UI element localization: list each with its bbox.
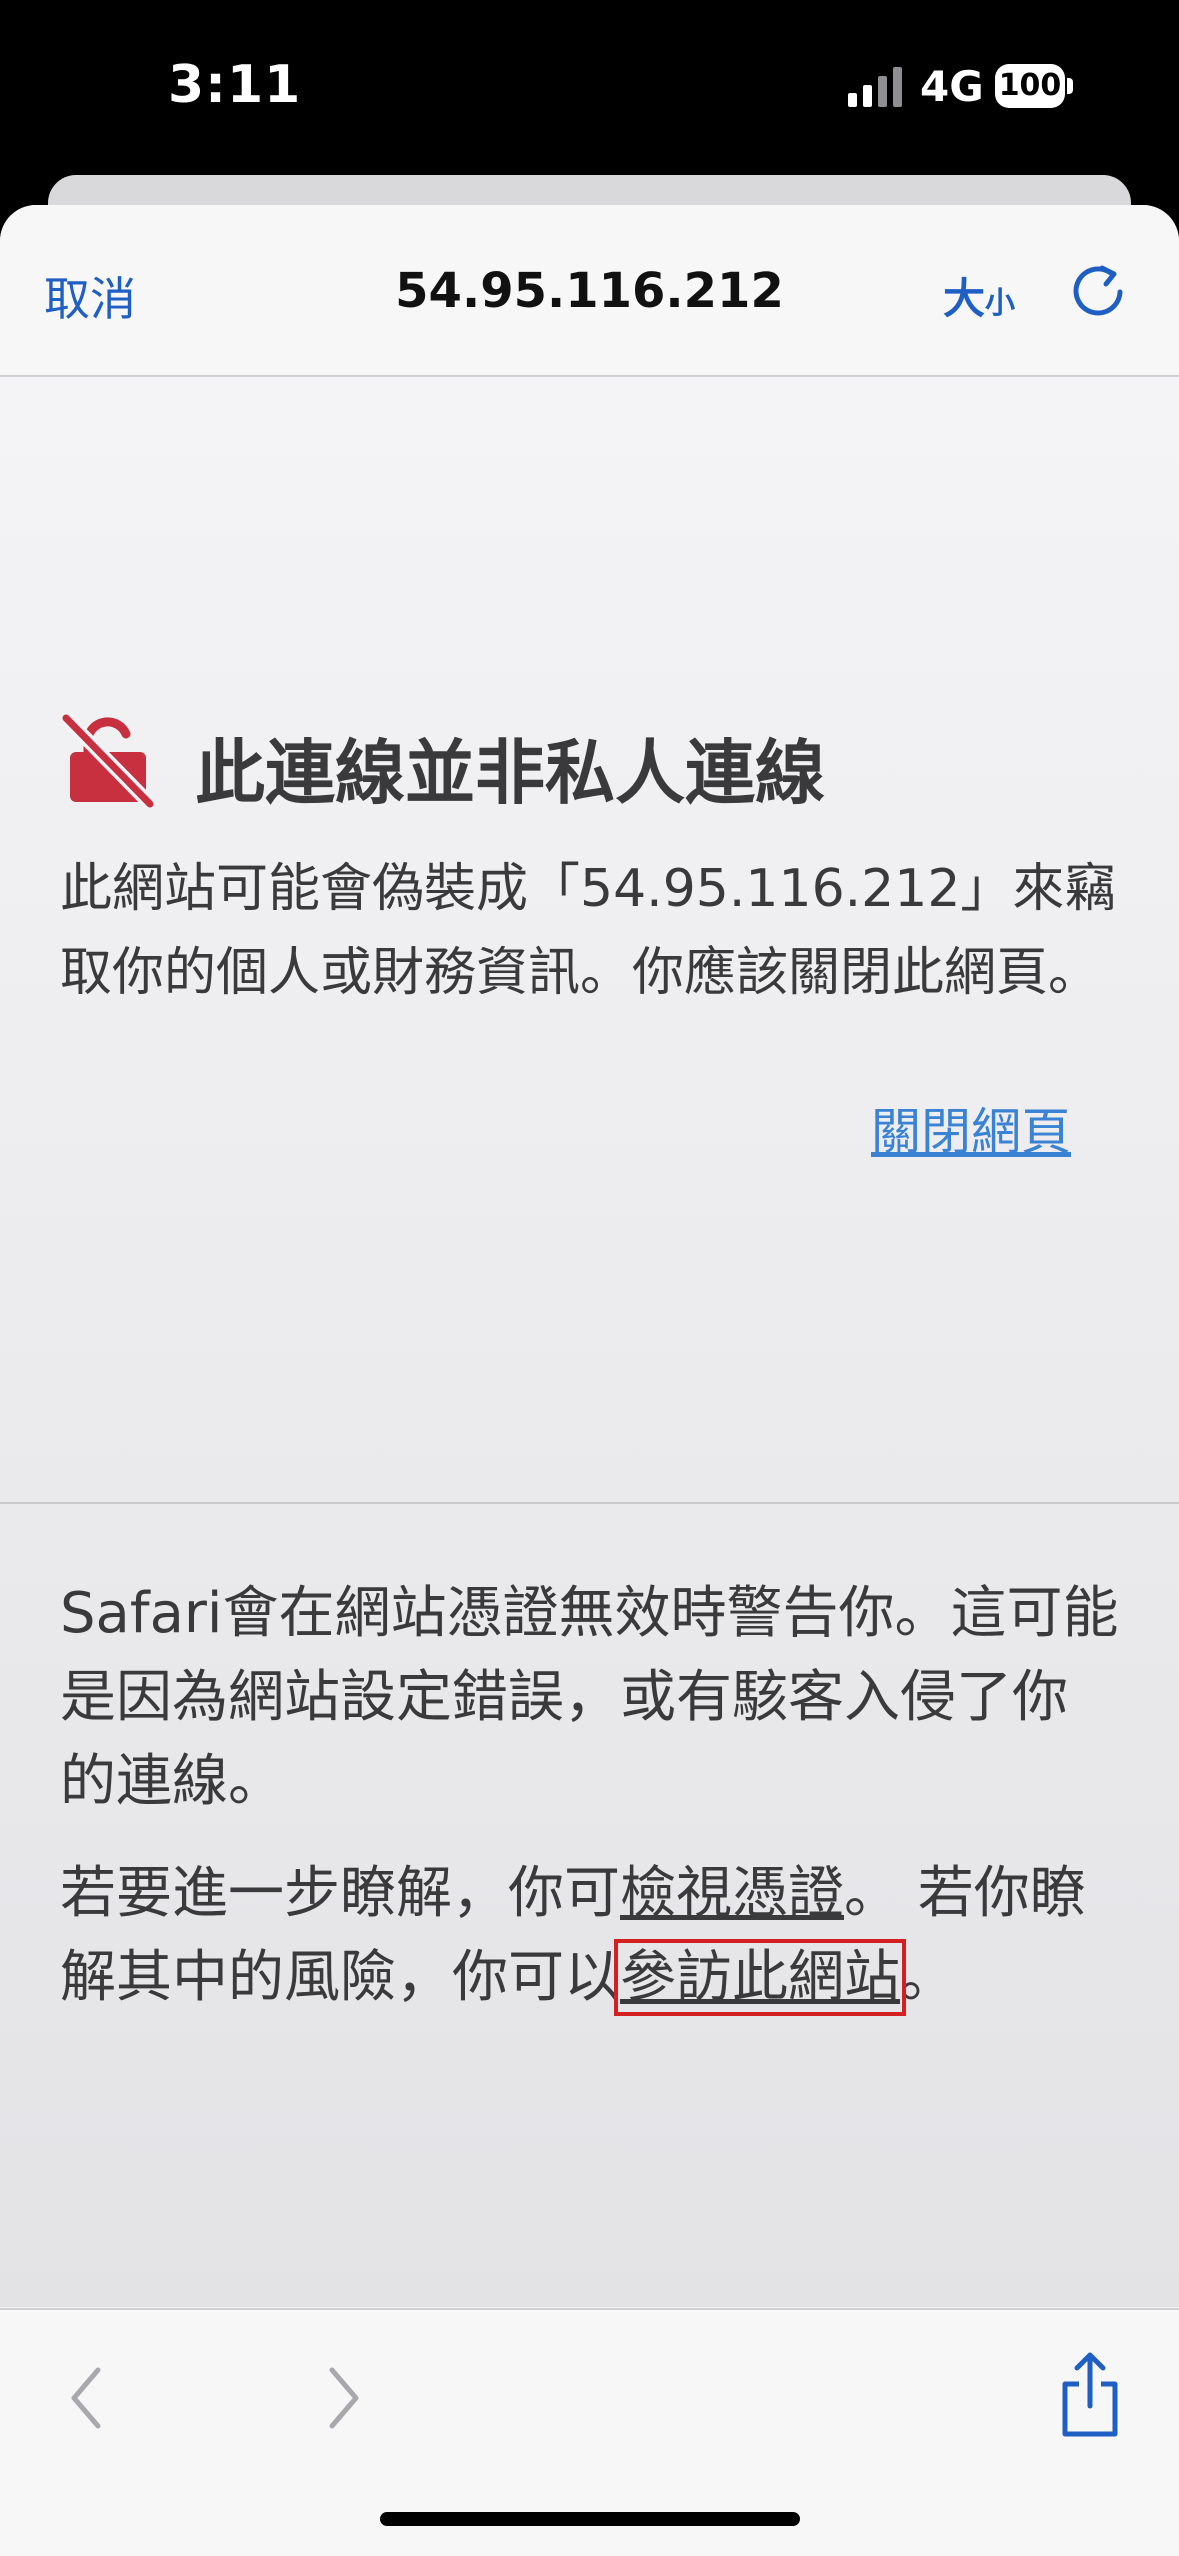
chevron-right-icon[interactable] bbox=[318, 2358, 368, 2438]
divider bbox=[0, 1502, 1179, 1504]
battery-cap bbox=[1067, 78, 1073, 94]
text-size-small-label: 小 bbox=[985, 286, 1016, 321]
reload-icon[interactable] bbox=[1068, 260, 1128, 320]
battery-level: 100 bbox=[995, 64, 1065, 108]
text-size-button[interactable]: 大小 bbox=[943, 265, 1015, 326]
status-time: 3:11 bbox=[168, 55, 302, 115]
signal-icon bbox=[848, 67, 902, 107]
network-type: 4G bbox=[920, 62, 984, 111]
screen: 3:11 4G 100 取消 54.95.116.212 大小 此連線並非私人連… bbox=[0, 0, 1179, 2556]
close-page-link[interactable]: 關閉網頁 bbox=[871, 1092, 1071, 1164]
text-size-big-label: 大 bbox=[943, 274, 986, 323]
chevron-left-icon[interactable] bbox=[62, 2358, 112, 2438]
view-certificate-link[interactable]: 檢視憑證 bbox=[620, 1861, 844, 1926]
error-page: 此連線並非私人連線 此網站可能會偽裝成「54.95.116.212」來竊取你的個… bbox=[0, 377, 1179, 2307]
warning-title: 此連線並非私人連線 bbox=[195, 732, 825, 814]
warning-body: 此網站可能會偽裝成「54.95.116.212」來竊取你的個人或財務資訊。你應該… bbox=[60, 859, 1117, 1003]
certificate-info-text: Safari會在網站憑證無效時警告你。這可能是因為網站設定錯誤，或有駭客入侵了你… bbox=[60, 1581, 1119, 1814]
broken-lock-icon bbox=[60, 713, 156, 808]
battery-icon: 100 bbox=[995, 64, 1075, 108]
more-info-suffix: 。 bbox=[900, 1945, 956, 2010]
nav-bar: 取消 54.95.116.212 大小 bbox=[0, 205, 1179, 377]
status-bar: 3:11 4G 100 bbox=[0, 0, 1179, 175]
visit-website-link[interactable]: 參訪此網站 bbox=[614, 1939, 906, 2016]
more-info-prefix: 若要進一步瞭解，你可 bbox=[60, 1861, 620, 1926]
home-indicator[interactable] bbox=[380, 2512, 800, 2526]
share-icon[interactable] bbox=[1055, 2350, 1125, 2440]
safari-sheet: 取消 54.95.116.212 大小 此連線並非私人連線 此網站可能會偽裝成「… bbox=[0, 205, 1179, 2556]
more-info-text: 若要進一步瞭解，你可檢視憑證。 若你瞭解其中的風險，你可以參訪此網站。 bbox=[60, 1852, 1120, 2020]
